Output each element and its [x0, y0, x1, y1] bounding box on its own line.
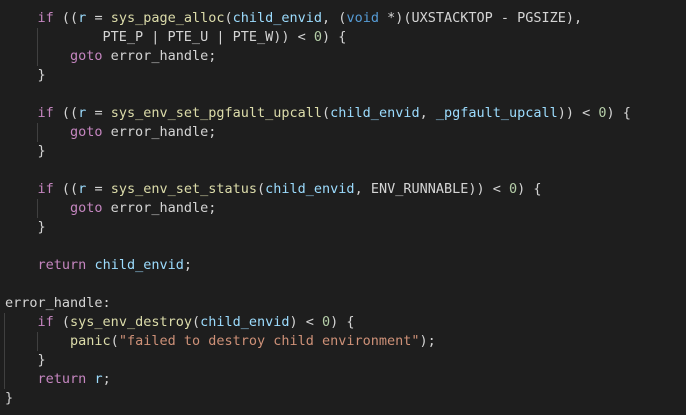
code-line[interactable]: if ((r = sys_page_alloc(child_envid, (vo… — [5, 9, 631, 28]
plain-token: ) < — [289, 314, 323, 330]
variable-token: child_envid — [200, 314, 290, 330]
code-editor[interactable]: if ((r = sys_page_alloc(child_envid, (vo… — [0, 0, 686, 415]
keyword-token: if — [37, 314, 54, 330]
code-line[interactable]: goto error_handle; — [5, 199, 631, 218]
variable-token: child_envid — [232, 10, 323, 26]
plain-token: PTE_P | PTE_U | PTE_W)) < — [5, 29, 314, 45]
keyword-token: goto — [70, 124, 103, 140]
variable-token: child_envid — [94, 257, 184, 273]
code-line[interactable]: } — [5, 218, 631, 237]
type-token: void — [346, 10, 379, 26]
code-line[interactable]: error_handle: — [5, 294, 631, 313]
keyword-token: goto — [70, 200, 103, 216]
plain-token: ( — [322, 105, 331, 121]
number-token: 0 — [509, 181, 518, 197]
plain-token: ) { — [322, 29, 347, 45]
plain-token: ) { — [606, 105, 631, 121]
code-line[interactable]: panic("failed to destroy child environme… — [5, 332, 631, 351]
keyword-token: goto — [70, 48, 103, 64]
code-line[interactable]: } — [5, 142, 631, 161]
plain-token: = — [86, 10, 111, 26]
keyword-token: return — [37, 371, 87, 387]
function-token: sys_page_alloc — [110, 10, 225, 26]
code-line[interactable]: if ((r = sys_env_set_pgfault_upcall(chil… — [5, 104, 631, 123]
number-token: 0 — [322, 314, 331, 330]
code-line[interactable]: } — [5, 351, 631, 370]
keyword-token: return — [37, 257, 87, 273]
keyword-token: if — [37, 105, 54, 121]
plain-token: } — [5, 143, 46, 159]
code-line[interactable] — [5, 85, 631, 104]
plain-token: } — [5, 219, 46, 235]
plain-token: , ( — [322, 10, 347, 26]
plain-token: *)(UXSTACKTOP - PGSIZE), — [378, 10, 583, 26]
plain-token: ( — [191, 314, 201, 330]
variable-token: _pgfault_upcall — [435, 105, 558, 121]
plain-token: , ENV_RUNNABLE)) < — [354, 181, 509, 197]
code-line[interactable]: PTE_P | PTE_U | PTE_W)) < 0) { — [5, 28, 631, 47]
code-line[interactable]: return child_envid; — [5, 256, 631, 275]
function-token: panic — [70, 333, 111, 349]
keyword-token: if — [37, 181, 54, 197]
plain-token: (( — [53, 181, 79, 197]
keyword-token: if — [37, 10, 54, 26]
plain-token: ) { — [517, 181, 542, 197]
code-line[interactable] — [5, 161, 631, 180]
plain-token: ; — [102, 371, 111, 387]
code-line[interactable]: if ((r = sys_env_set_status(child_envid,… — [5, 180, 631, 199]
function-token: sys_env_set_pgfault_upcall — [110, 105, 323, 121]
plain-token: } — [5, 390, 14, 406]
plain-token: error_handle: — [5, 295, 111, 311]
plain-token: (( — [53, 10, 79, 26]
plain-token: , — [419, 105, 436, 121]
code-block[interactable]: if ((r = sys_page_alloc(child_envid, (vo… — [5, 9, 631, 408]
plain-token: = — [86, 105, 111, 121]
plain-token: error_handle; — [102, 124, 217, 140]
function-token: sys_env_destroy — [70, 314, 192, 330]
plain-token: error_handle; — [102, 48, 217, 64]
plain-token: ; — [183, 257, 192, 273]
code-line[interactable] — [5, 237, 631, 256]
plain-token: } — [5, 352, 46, 368]
plain-token: ( — [53, 314, 71, 330]
plain-token: ) { — [330, 314, 355, 330]
plain-token: error_handle; — [102, 200, 217, 216]
plain-token: )) < — [557, 105, 599, 121]
code-line[interactable]: } — [5, 389, 631, 408]
variable-token: r — [94, 371, 103, 387]
plain-token: ( — [257, 181, 266, 197]
code-line[interactable]: goto error_handle; — [5, 47, 631, 66]
code-line[interactable]: if (sys_env_destroy(child_envid) < 0) { — [5, 313, 631, 332]
plain-token: (( — [53, 105, 79, 121]
function-token: sys_env_set_status — [110, 181, 258, 197]
plain-token: = — [86, 181, 111, 197]
string-token: "failed to destroy child environment" — [118, 333, 420, 349]
variable-token: child_envid — [265, 181, 355, 197]
code-line[interactable]: return r; — [5, 370, 631, 389]
number-token: 0 — [598, 105, 607, 121]
code-line[interactable]: } — [5, 66, 631, 85]
plain-token: ( — [110, 333, 119, 349]
variable-token: child_envid — [330, 105, 420, 121]
code-line[interactable]: goto error_handle; — [5, 123, 631, 142]
plain-token: ( — [224, 10, 233, 26]
plain-token: ); — [419, 333, 436, 349]
number-token: 0 — [313, 29, 322, 45]
plain-token: } — [5, 67, 46, 83]
code-line[interactable] — [5, 275, 631, 294]
